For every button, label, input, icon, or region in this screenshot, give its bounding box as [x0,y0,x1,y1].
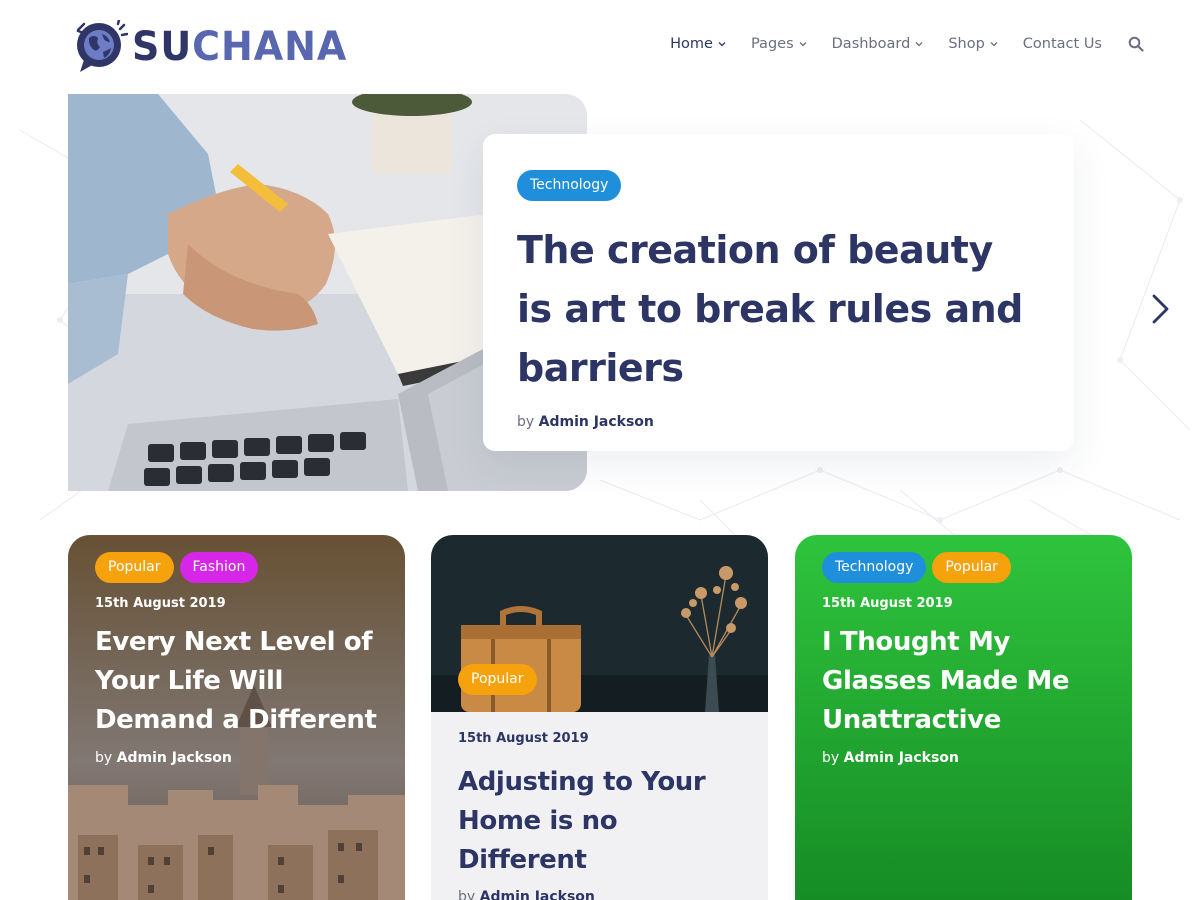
card-content: 15th August 2019 Adjusting to Your Home … [458,731,748,900]
post-date: 15th August 2019 [95,596,226,611]
author-link[interactable]: Admin Jackson [844,750,959,766]
author-link[interactable]: Admin Jackson [539,414,654,430]
nav-item-home[interactable]: Home [670,36,727,52]
site-logo[interactable]: SUCHANA [70,20,359,74]
chevron-down-icon [915,42,923,47]
hero-post-card[interactable]: Technology The creation of beauty is art… [483,134,1074,451]
author-link[interactable]: Admin Jackson [117,750,232,766]
post-card[interactable]: Popular Fashion 15th August 2019 Every Ne… [68,535,405,900]
nav-item-contact-us[interactable]: Contact Us [1023,36,1102,52]
site-header: SUCHANA Home Pages Dashboard Shop Contac… [0,0,1200,94]
post-title[interactable]: Every Next Level of Your Life Will Deman… [95,623,385,740]
hero-title[interactable]: The creation of beauty is art to break r… [517,221,1040,398]
post-title[interactable]: I Thought My Glasses Made Me Unattractiv… [822,623,1112,740]
chevron-down-icon [718,42,726,47]
brand-name-part1: SU [132,24,193,70]
author-link[interactable]: Admin Jackson [480,889,595,900]
post-byline: by Admin Jackson [822,750,1112,766]
tag-popular[interactable]: Popular [95,552,174,583]
nav-item-shop[interactable]: Shop [948,36,998,52]
post-title[interactable]: Adjusting to Your Home is no Different [458,763,748,880]
card-content: Popular Fashion 15th August 2019 Every Ne… [95,552,385,766]
globe-chat-icon [76,20,128,72]
card-content: Technology Popular 15th August 2019 I Tho… [822,552,1112,766]
nav-item-label: Contact Us [1022,36,1102,52]
nav-item-dashboard[interactable]: Dashboard [832,36,925,52]
nav-item-label: Home [670,36,713,52]
chevron-down-icon [990,42,998,47]
chevron-down-icon [799,42,807,47]
nav-item-label: Shop [948,36,985,52]
nav-item-pages[interactable]: Pages [751,36,808,52]
tag-technology[interactable]: Technology [822,552,927,583]
main-nav: Home Pages Dashboard Shop Contact Us [646,36,1144,52]
nav-item-label: Pages [750,36,794,52]
brand-name: SUCHANA [132,24,347,70]
post-date: 15th August 2019 [458,731,589,746]
post-byline: by Admin Jackson [95,750,385,766]
post-card[interactable]: Technology Popular 15th August 2019 I Tho… [795,535,1132,900]
search-icon[interactable] [1128,36,1144,52]
tag-technology[interactable]: Technology [517,170,622,201]
tag-popular[interactable]: Popular [932,552,1011,583]
brand-name-part2: CHANA [192,24,348,70]
tag-fashion[interactable]: Fashion [179,552,259,583]
post-date: 15th August 2019 [822,596,953,611]
by-prefix: by [458,889,476,900]
tag-popular[interactable]: Popular [458,664,537,695]
hero-byline: by Admin Jackson [517,414,1040,430]
nav-item-label: Dashboard [831,36,911,52]
by-prefix: by [517,414,535,430]
by-prefix: by [95,750,113,766]
by-prefix: by [822,750,840,766]
post-card[interactable]: Popular 15th August 2019 Adjusting to Yo… [431,535,768,900]
post-byline: by Admin Jackson [458,889,748,900]
chevron-right-icon[interactable] [1148,292,1172,326]
